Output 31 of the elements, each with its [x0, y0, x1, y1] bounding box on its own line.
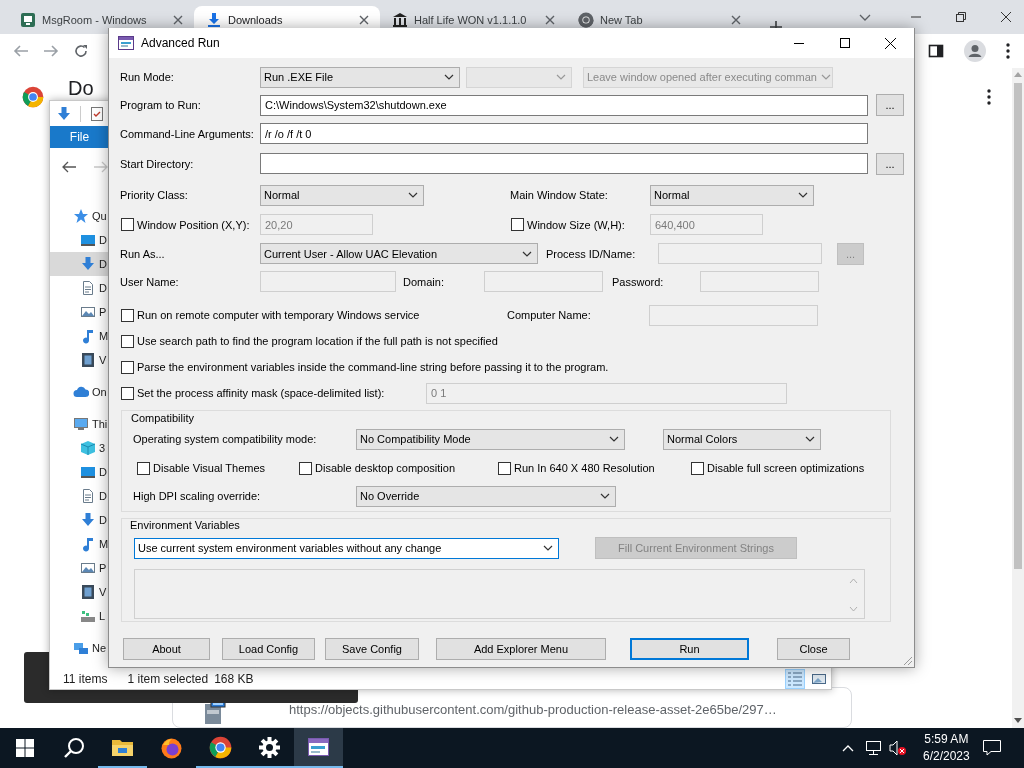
checkbox-label: Set the process affinity mask (space-delimited list): — [137, 387, 385, 399]
field-label: Run As... — [120, 247, 166, 260]
field-label: Operating system compatibility mode: — [133, 433, 318, 445]
field-label: Program to Run: — [120, 99, 202, 111]
checkbox-label: Window Position (X,Y): — [137, 218, 250, 231]
checkbox-label: Use search path to find the program location if the full path is not specified — [137, 335, 498, 347]
field-label: Computer Name: — [507, 309, 592, 321]
field-label: Run Mode: — [120, 71, 175, 83]
field-label: Start Directory: — [120, 157, 195, 170]
field-label: Process ID/Name: — [546, 247, 637, 260]
page-heading: Do — [68, 77, 94, 99]
status-text: 1 item selected — [127, 671, 209, 686]
checkbox-label: Run In 640 X 480 Resolution — [514, 462, 655, 474]
field-label: Command-Line Arguments: — [120, 127, 255, 140]
checkbox-label: Disable desktop composition — [315, 462, 456, 474]
checkbox-label: Disable full screen optimizations — [707, 462, 865, 474]
field-label: Domain: — [403, 275, 445, 288]
checkbox-label: Parse the environment variables inside the command-line string before passing it to the program. — [137, 361, 609, 373]
checkbox-label: Disable Visual Themes — [153, 462, 266, 474]
status-text: 11 items — [63, 671, 108, 686]
field-label: Main Window State: — [510, 189, 609, 201]
field-label: Password: — [612, 275, 665, 288]
checkbox-label: Window Size (W,H): — [527, 218, 625, 231]
group-title: Compatibility — [131, 412, 195, 424]
status-text: 168 KB — [214, 671, 254, 686]
field-label: User Name: — [120, 275, 180, 288]
group-title: Environment Variables — [130, 519, 241, 531]
window-title: Advanced Run — [141, 36, 220, 50]
field-label: High DPI scaling override: — [133, 490, 262, 502]
checkbox-label: Run on remote computer with temporary Windows service — [137, 309, 420, 321]
field-label: Priority Class: — [120, 189, 189, 201]
